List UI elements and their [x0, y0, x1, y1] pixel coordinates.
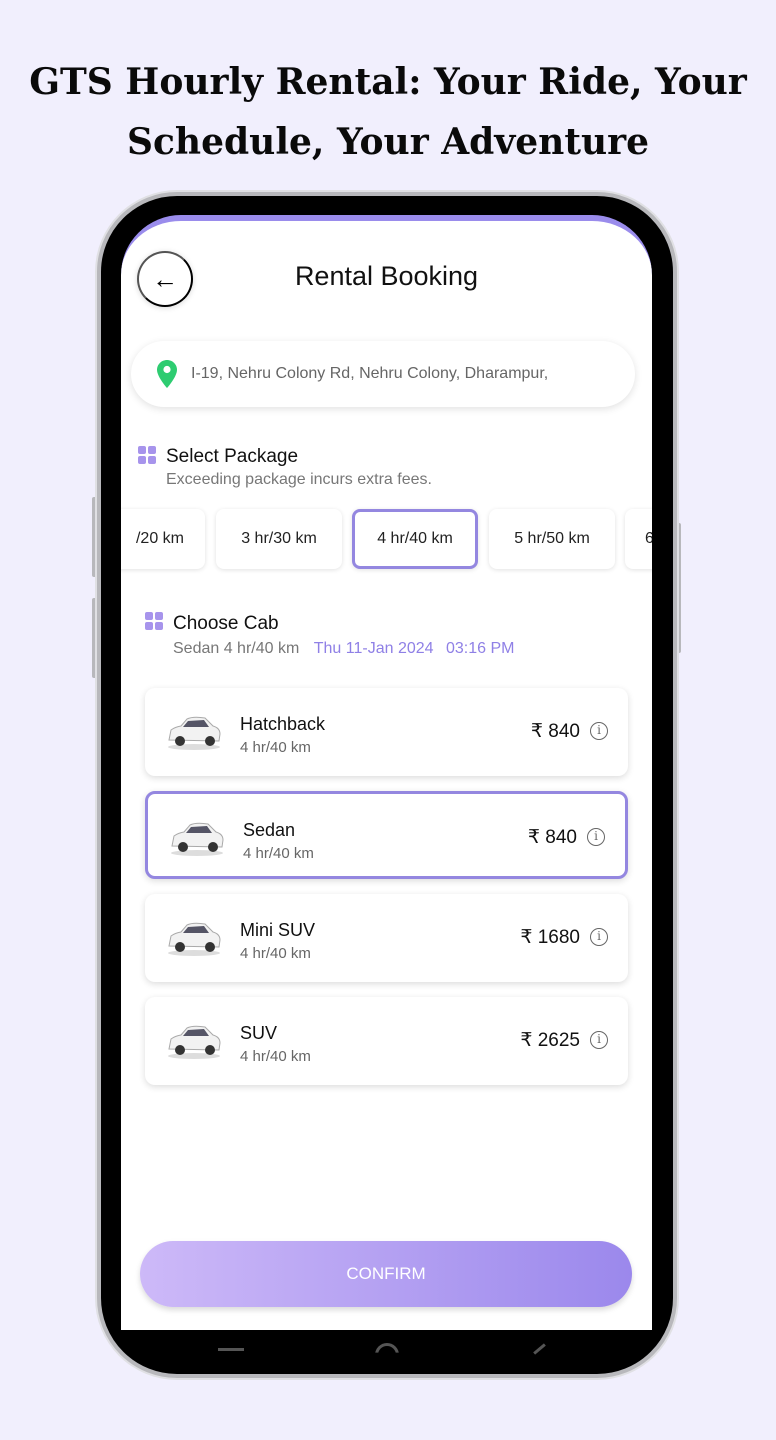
cab-package: 4 hr/40 km	[240, 945, 311, 962]
headline-line-2: Schedule, Your Adventure	[126, 121, 650, 163]
package-option[interactable]: 3 hr/30 km	[216, 509, 342, 569]
cab-grid-icon	[145, 612, 163, 630]
confirm-button[interactable]: CONFIRM	[140, 1241, 632, 1307]
cab-summary-package: Sedan 4 hr/40 km	[173, 640, 300, 657]
package-option-selected[interactable]: 4 hr/40 km	[352, 509, 478, 569]
booking-date: Thu 11-Jan 2024	[313, 640, 434, 657]
info-icon[interactable]: i	[587, 828, 605, 846]
info-icon[interactable]: i	[590, 928, 608, 946]
package-option[interactable]: 5 hr/50 km	[489, 509, 615, 569]
package-option-label: /20 km	[135, 530, 184, 547]
app-screen: ← Rental Booking I-19, Nehru Colony Rd, …	[121, 215, 652, 1330]
package-subtitle: Exceeding package incurs extra fees.	[166, 471, 432, 488]
map-pin-icon	[157, 360, 177, 388]
package-options: /20 km 3 hr/30 km 4 hr/40 km 5 hr/50 km …	[121, 509, 652, 573]
cab-option-mini-suv[interactable]: Mini SUV 4 hr/40 km ₹ 1680 i	[145, 894, 628, 982]
headline-line-1: GTS Hourly Rental: Your Ride, Your	[29, 61, 747, 103]
cab-price: ₹ 2625	[520, 1030, 580, 1051]
booking-time: 03:16 PM	[446, 640, 515, 657]
cab-name: SUV	[240, 1023, 278, 1043]
package-option-label: 4 hr/40 km	[377, 530, 453, 547]
cab-price: ₹ 840	[530, 721, 580, 742]
headline: GTS Hourly Rental: Your Ride, Your Sched…	[0, 52, 776, 172]
select-package-title: Select Package	[166, 446, 299, 467]
page-title: Rental Booking	[294, 261, 479, 291]
info-icon[interactable]: i	[590, 1031, 608, 1049]
cab-package: 4 hr/40 km	[243, 845, 314, 862]
package-grid-icon	[138, 446, 156, 464]
package-option-label: 5 hr/50 km	[514, 530, 590, 547]
cab-package: 4 hr/40 km	[240, 1048, 311, 1065]
cab-option-sedan[interactable]: Sedan 4 hr/40 km ₹ 840 i	[145, 791, 628, 879]
cab-price: ₹ 1680	[520, 927, 580, 948]
cab-option-suv[interactable]: SUV 4 hr/40 km ₹ 2625 i	[145, 997, 628, 1085]
info-icon[interactable]: i	[590, 722, 608, 740]
location-text: I-19, Nehru Colony Rd, Nehru Colony, Dha…	[191, 365, 549, 382]
cab-package: 4 hr/40 km	[240, 739, 311, 756]
package-option-label: 6	[645, 530, 652, 548]
nav-recents-icon[interactable]	[218, 1348, 244, 1351]
package-option-label: 3 hr/30 km	[241, 530, 317, 547]
cab-price: ₹ 840	[527, 827, 577, 848]
location-field[interactable]: I-19, Nehru Colony Rd, Nehru Colony, Dha…	[131, 341, 635, 407]
package-option[interactable]: 6	[625, 509, 652, 569]
choose-cab-title: Choose Cab	[173, 613, 279, 634]
car-image	[165, 916, 223, 958]
car-image	[165, 1019, 223, 1061]
car-image	[168, 816, 226, 858]
cab-summary: Sedan 4 hr/40 km Thu 11-Jan 2024 03:16 P…	[173, 640, 514, 658]
car-image	[165, 710, 223, 752]
package-option[interactable]: /20 km	[121, 509, 205, 569]
cab-name: Hatchback	[240, 714, 326, 734]
cab-option-hatchback[interactable]: Hatchback 4 hr/40 km ₹ 840 i	[145, 688, 628, 776]
cab-name: Mini SUV	[240, 920, 316, 940]
cab-name: Sedan	[243, 820, 296, 840]
